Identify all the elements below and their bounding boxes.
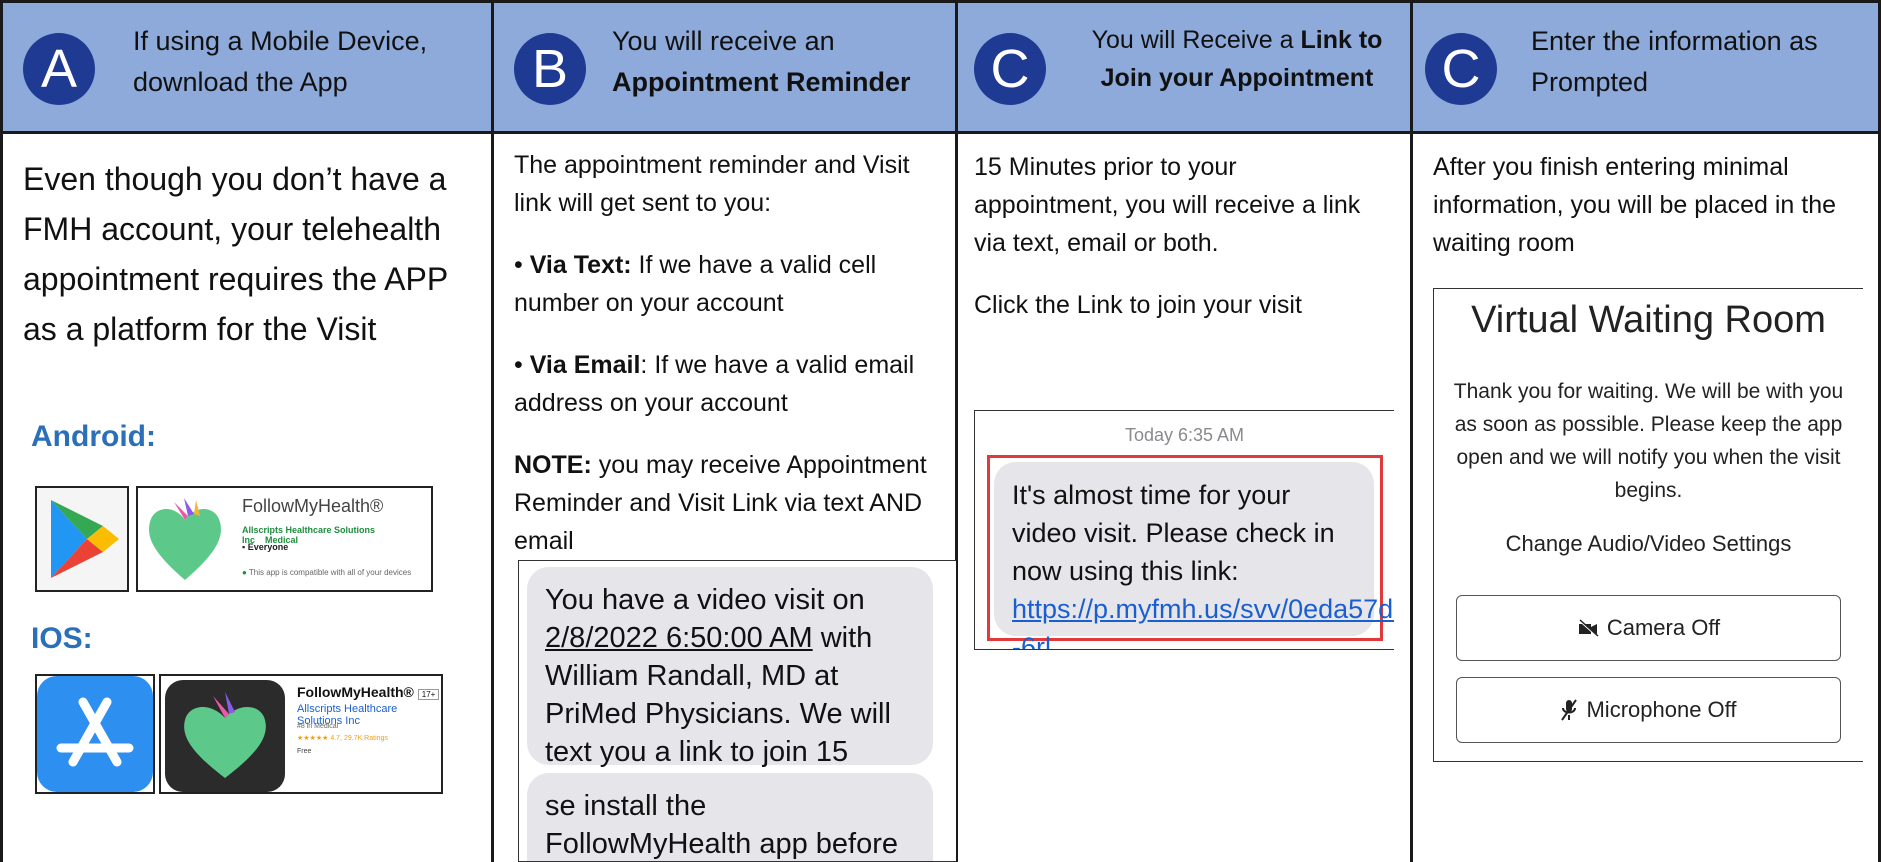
step-c-link-body: 15 Minutes prior to your appointment, yo… xyxy=(958,134,1410,862)
step-c-info-title: Enter the information as Prompted xyxy=(1531,26,1818,97)
step-a-header: A If using a Mobile Device, download the… xyxy=(3,0,491,134)
step-c-link-text: 15 Minutes prior to your appointment, yo… xyxy=(974,153,1361,257)
reminder-sms-screenshot: You have a video visit on 2/8/2022 6:50:… xyxy=(518,560,956,862)
via-text-item: • Via Text: If we have a valid cell numb… xyxy=(514,251,877,317)
microphone-off-button[interactable]: Microphone Off xyxy=(1456,677,1841,743)
app-store-icon xyxy=(35,674,155,794)
waiting-room-message: Thank you for waiting. We will be with y… xyxy=(1453,380,1844,502)
camera-off-button[interactable]: Camera Off xyxy=(1456,595,1841,661)
via-email-item: • Via Email: If we have a valid email ad… xyxy=(514,351,915,417)
note-text: NOTE: you may receive Appointment Remind… xyxy=(514,451,927,555)
step-a-badge: A xyxy=(23,33,95,105)
visit-link[interactable]: https://p.myfmh.us/svv/0eda57dd--6rl xyxy=(1012,594,1394,649)
ios-label: IOS: xyxy=(31,622,93,655)
ios-app-card: FollowMyHealth® 17+ Allscripts Healthcar… xyxy=(159,674,443,794)
step-b-body: The appointment reminder and Visit link … xyxy=(494,134,956,862)
step-b-title: You will receive an Appointment Reminder xyxy=(612,26,911,97)
link-highlight-box: It's almost time for your video visit. P… xyxy=(987,455,1394,649)
link-sms-bubble: It's almost time for your video visit. P… xyxy=(994,462,1394,649)
fmh-heart-icon xyxy=(149,498,221,580)
step-a-text: Even though you don’t have a FMH account… xyxy=(23,161,448,347)
step-a-body: Even though you don’t have a FMH account… xyxy=(3,134,491,862)
camera-off-icon xyxy=(1578,619,1599,637)
reminder-sms-bubble-2: se install the FollowMyHealth app before… xyxy=(527,773,933,861)
step-c-info-body: After you finish entering minimal inform… xyxy=(1413,134,1878,862)
step-c-link-column: C You will Receive a Link to Join your A… xyxy=(958,0,1413,862)
step-a-column: A If using a Mobile Device, download the… xyxy=(0,0,494,862)
step-c-badge: C xyxy=(974,33,1046,105)
click-link-text: Click the Link to join your visit xyxy=(974,291,1302,319)
step-c-info-header: C Enter the information as Prompted xyxy=(1413,0,1878,134)
step-c-info-column: C Enter the information as Prompted Afte… xyxy=(1413,0,1881,862)
change-av-settings-link[interactable]: Change Audio/Video Settings xyxy=(1444,527,1853,560)
android-app-card: FollowMyHealth® Allscripts Healthcare So… xyxy=(136,486,433,592)
google-play-icon xyxy=(35,486,129,592)
step-c-info-badge: C xyxy=(1425,33,1497,105)
link-sms-screenshot: Today 6:35 AM It's almost time for your … xyxy=(974,410,1394,650)
step-b-header: B You will receive an Appointment Remind… xyxy=(494,0,955,134)
step-b-column: B You will receive an Appointment Remind… xyxy=(494,0,958,862)
reminder-sms-bubble-1: You have a video visit on 2/8/2022 6:50:… xyxy=(527,567,933,844)
virtual-waiting-room-screenshot: Virtual Waiting Room Thank you for waiti… xyxy=(1433,288,1863,762)
step-b-badge: B xyxy=(514,33,586,105)
fmh-app-icon xyxy=(165,680,285,792)
step-b-intro: The appointment reminder and Visit link … xyxy=(514,151,910,217)
step-c-info-text: After you finish entering minimal inform… xyxy=(1433,153,1837,257)
waiting-room-title: Virtual Waiting Room xyxy=(1471,299,1826,341)
step-c-link-title: You will Receive a Link to Join your App… xyxy=(1091,26,1383,92)
android-label: Android: xyxy=(31,420,156,453)
step-a-title: If using a Mobile Device, download the A… xyxy=(133,26,428,97)
step-c-link-header: C You will Receive a Link to Join your A… xyxy=(958,0,1410,134)
instruction-grid: A If using a Mobile Device, download the… xyxy=(0,0,1881,862)
microphone-off-icon xyxy=(1561,699,1578,721)
